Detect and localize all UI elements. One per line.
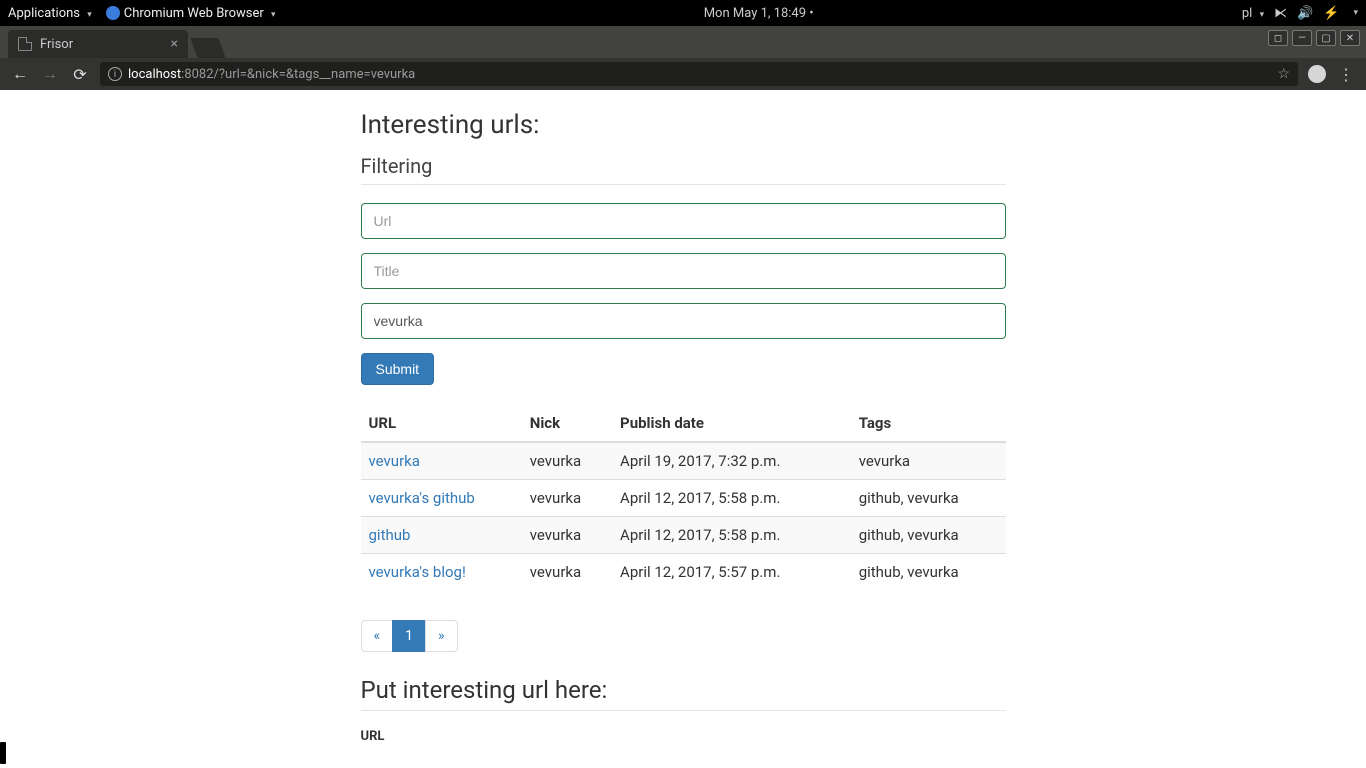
page-title: Interesting urls: bbox=[361, 110, 1006, 140]
os-top-bar: Applications ▾ Chromium Web Browser ▾ Mo… bbox=[0, 0, 1366, 26]
dropdown-icon: ▾ bbox=[1260, 10, 1265, 20]
close-tab-icon[interactable]: × bbox=[171, 36, 178, 52]
page-1[interactable]: 1 bbox=[392, 620, 426, 652]
volume-icon[interactable]: 🔊 bbox=[1297, 6, 1313, 21]
forward-button[interactable]: → bbox=[40, 64, 60, 84]
publish-cell: April 12, 2017, 5:57 p.m. bbox=[612, 554, 851, 591]
system-menu-icon[interactable]: ▾ bbox=[1353, 8, 1358, 18]
new-tab-button[interactable] bbox=[190, 38, 225, 58]
account-button[interactable]: ◻ bbox=[1268, 30, 1288, 46]
page-next[interactable]: » bbox=[425, 620, 458, 652]
col-nick: Nick bbox=[522, 405, 612, 442]
url-link[interactable]: vevurka's github bbox=[369, 489, 475, 507]
reload-button[interactable]: ⟳ bbox=[70, 65, 90, 84]
profile-avatar[interactable] bbox=[1308, 65, 1326, 83]
browser-tabstrip: Frisor × ◻ — ▢ ✕ bbox=[0, 26, 1366, 58]
publish-cell: April 12, 2017, 5:58 p.m. bbox=[612, 517, 851, 554]
minimize-button[interactable]: — bbox=[1292, 30, 1312, 46]
browser-toolbar: ← → ⟳ i localhost:8082/?url=&nick=&tags_… bbox=[0, 58, 1366, 90]
battery-icon[interactable]: ⚡ bbox=[1323, 6, 1339, 21]
col-url: URL bbox=[361, 405, 522, 442]
url-label: URL bbox=[361, 729, 1006, 744]
url-host: localhost bbox=[128, 67, 181, 82]
tags-cell: vevurka bbox=[851, 442, 1006, 480]
tags-cell: github, vevurka bbox=[851, 517, 1006, 554]
col-publish: Publish date bbox=[612, 405, 851, 442]
title-filter-input[interactable] bbox=[361, 253, 1006, 289]
dropdown-icon: ▾ bbox=[87, 10, 92, 20]
publish-cell: April 19, 2017, 7:32 p.m. bbox=[612, 442, 851, 480]
browser-menu-button[interactable]: ⋮ bbox=[1336, 65, 1356, 84]
browser-tab[interactable]: Frisor × bbox=[8, 30, 188, 58]
wifi-icon[interactable]: ⧔ bbox=[1274, 6, 1287, 21]
page-viewport[interactable]: Interesting urls: Filtering Submit URL N… bbox=[0, 90, 1366, 768]
browser-menu[interactable]: Chromium Web Browser ▾ bbox=[106, 6, 276, 21]
url-link[interactable]: vevurka's blog! bbox=[369, 563, 466, 581]
put-url-heading: Put interesting url here: bbox=[361, 676, 1006, 711]
tags-cell: github, vevurka bbox=[851, 480, 1006, 517]
nick-cell: vevurka bbox=[522, 480, 612, 517]
lang-indicator[interactable]: pl ▾ bbox=[1242, 6, 1264, 21]
url-filter-input[interactable] bbox=[361, 203, 1006, 239]
url-path: :8082/?url=&nick=&tags__name=vevurka bbox=[181, 67, 415, 82]
window-edge bbox=[0, 742, 6, 764]
nick-cell: vevurka bbox=[522, 517, 612, 554]
table-row: vevurka's blog! vevurka April 12, 2017, … bbox=[361, 554, 1006, 591]
nick-cell: vevurka bbox=[522, 554, 612, 591]
tags-cell: github, vevurka bbox=[851, 554, 1006, 591]
filtering-heading: Filtering bbox=[361, 154, 1006, 185]
applications-menu[interactable]: Applications ▾ bbox=[8, 6, 92, 21]
site-info-icon[interactable]: i bbox=[108, 67, 122, 81]
submit-button[interactable]: Submit bbox=[361, 353, 435, 385]
tag-filter-input[interactable] bbox=[361, 303, 1006, 339]
page-prev[interactable]: « bbox=[361, 620, 394, 652]
maximize-button[interactable]: ▢ bbox=[1316, 30, 1336, 46]
table-row: vevurka's github vevurka April 12, 2017,… bbox=[361, 480, 1006, 517]
nick-cell: vevurka bbox=[522, 442, 612, 480]
results-table: URL Nick Publish date Tags vevurka vevur… bbox=[361, 405, 1006, 590]
tab-title: Frisor bbox=[40, 37, 73, 52]
window-controls: ◻ — ▢ ✕ bbox=[1268, 30, 1360, 46]
back-button[interactable]: ← bbox=[10, 64, 30, 84]
clock: Mon May 1, 18:49 • bbox=[276, 6, 1242, 21]
url-link[interactable]: vevurka bbox=[369, 452, 420, 470]
table-row: github vevurka April 12, 2017, 5:58 p.m.… bbox=[361, 517, 1006, 554]
col-tags: Tags bbox=[851, 405, 1006, 442]
table-row: vevurka vevurka April 19, 2017, 7:32 p.m… bbox=[361, 442, 1006, 480]
url-link[interactable]: github bbox=[369, 526, 411, 544]
bookmark-icon[interactable]: ☆ bbox=[1277, 66, 1290, 82]
address-bar[interactable]: i localhost:8082/?url=&nick=&tags__name=… bbox=[100, 62, 1298, 86]
close-window-button[interactable]: ✕ bbox=[1340, 30, 1360, 46]
publish-cell: April 12, 2017, 5:58 p.m. bbox=[612, 480, 851, 517]
chromium-icon bbox=[106, 6, 120, 20]
page-icon bbox=[18, 37, 32, 51]
pagination: « 1 » bbox=[361, 620, 458, 652]
